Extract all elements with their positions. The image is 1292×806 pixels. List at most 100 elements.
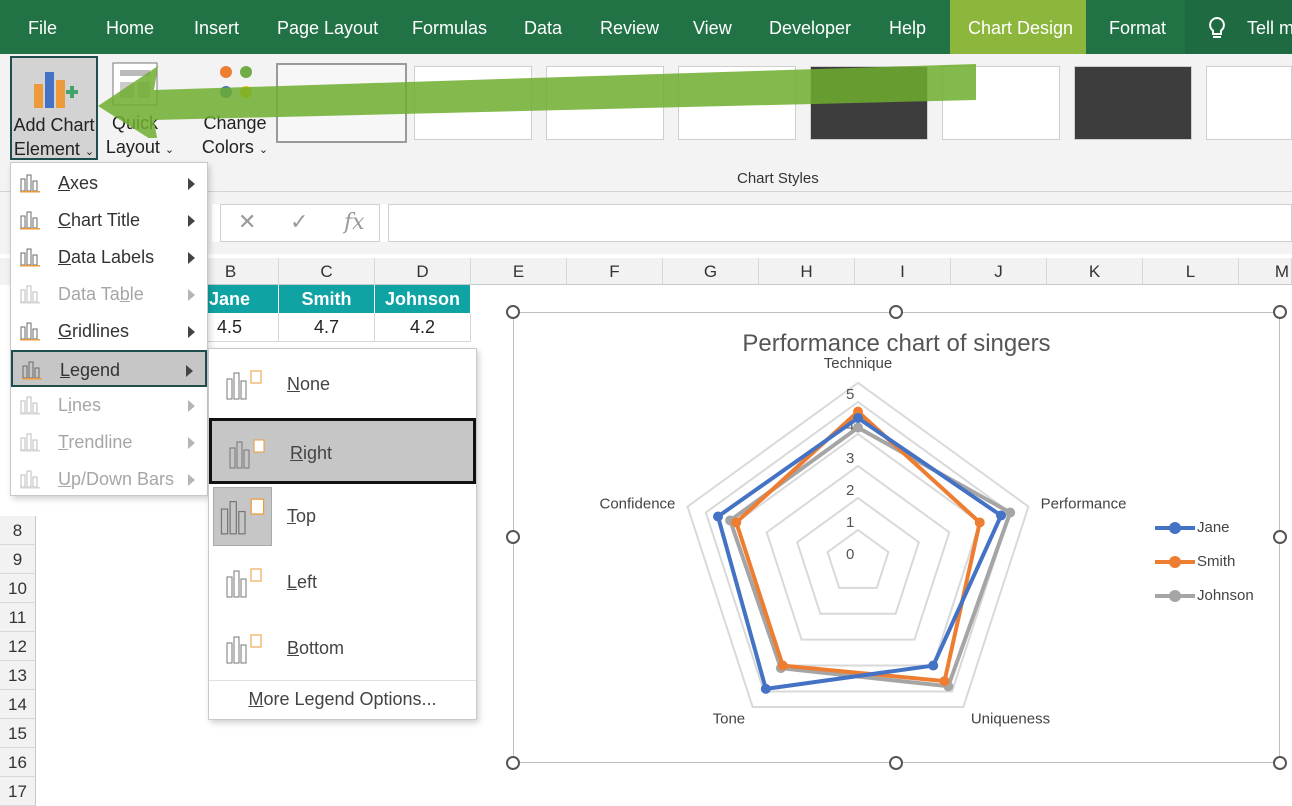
row-header-11[interactable]: 11 <box>0 603 36 632</box>
col-header-i[interactable]: I <box>855 258 951 285</box>
tab-view[interactable]: View <box>693 0 732 54</box>
legend-option-label: Right <box>290 443 333 463</box>
tell-me-box[interactable]: Tell m <box>1185 0 1292 54</box>
legend-entry-smith[interactable]: Smith <box>1155 553 1235 570</box>
header-cell-johnson[interactable]: Johnson <box>375 285 471 313</box>
menu-item-data-labels[interactable]: Data Labels <box>11 239 207 276</box>
col-header-k[interactable]: K <box>1047 258 1143 285</box>
chevron-right-icon <box>188 400 195 412</box>
tab-chart-design[interactable]: Chart Design <box>950 0 1086 54</box>
menu-item-label: Gridlines <box>58 321 130 341</box>
legend-option-bottom[interactable]: Bottom <box>209 616 476 682</box>
row-header-10[interactable]: 10 <box>0 574 36 603</box>
tab-page-layout[interactable]: Page Layout <box>277 0 378 54</box>
radar-plot: 012345TechniquePerformanceUniquenessTone… <box>600 355 1127 727</box>
more-legend-options-link[interactable]: More Legend Options... <box>209 689 476 710</box>
row-header-16[interactable]: 16 <box>0 748 36 777</box>
resize-handle-bottom-right[interactable] <box>1273 756 1287 770</box>
menu-item-label: Axes <box>58 173 99 193</box>
row-header-9[interactable]: 9 <box>0 545 36 574</box>
axis-tick-label: 1 <box>846 514 854 531</box>
chevron-down-icon: ⌄ <box>84 146 95 158</box>
resize-handle-top[interactable] <box>889 305 903 319</box>
tab-file[interactable]: File <box>28 0 57 54</box>
axis-tick-label: 2 <box>846 482 854 499</box>
menu-item-label: Legend <box>60 360 121 380</box>
tab-insert[interactable]: Insert <box>194 0 239 54</box>
col-header-e[interactable]: E <box>471 258 567 285</box>
chart-styles-group-label: Chart Styles <box>737 170 819 187</box>
tab-format[interactable]: Format <box>1109 0 1166 54</box>
resize-handle-top-right[interactable] <box>1273 305 1287 319</box>
legend-label-jane: Jane <box>1197 519 1230 536</box>
col-header-l[interactable]: L <box>1143 258 1239 285</box>
menu-item-label: Data Table <box>58 284 144 304</box>
legend-line-jane <box>1155 522 1195 535</box>
tab-formulas[interactable]: Formulas <box>412 0 487 54</box>
col-header-m[interactable]: M <box>1239 258 1292 285</box>
formula-input[interactable] <box>388 204 1292 242</box>
resize-handle-bottom-left[interactable] <box>506 756 520 770</box>
quick-layout-line2: Layout <box>105 137 160 157</box>
col-header-j[interactable]: J <box>951 258 1047 285</box>
change-colors-line2: Colors <box>201 137 254 157</box>
data-point-jane <box>853 413 863 423</box>
chart-style-8[interactable] <box>1206 66 1292 140</box>
tab-review[interactable]: Review <box>600 0 659 54</box>
col-header-c[interactable]: C <box>279 258 375 285</box>
legend-option-none[interactable]: None <box>209 352 476 418</box>
col-header-g[interactable]: G <box>663 258 759 285</box>
menu-item-chart-title[interactable]: Chart Title <box>11 202 207 239</box>
chart-style-7[interactable] <box>1074 66 1192 140</box>
row-header-8[interactable]: 8 <box>0 516 36 545</box>
resize-handle-top-left[interactable] <box>506 305 520 319</box>
row-header-13[interactable]: 13 <box>0 661 36 690</box>
resize-handle-right[interactable] <box>1273 530 1287 544</box>
value-cell-johnson[interactable]: 4.2 <box>375 313 471 342</box>
tab-developer[interactable]: Developer <box>769 0 851 54</box>
legend-option-top[interactable]: Top <box>209 484 476 550</box>
chart-title-icon <box>20 211 40 230</box>
gridline-ring <box>795 496 921 615</box>
resize-handle-bottom[interactable] <box>889 756 903 770</box>
row-header-12[interactable]: 12 <box>0 632 36 661</box>
category-label: Technique <box>824 355 892 372</box>
row-header-15[interactable]: 15 <box>0 719 36 748</box>
chevron-right-icon <box>188 252 195 264</box>
add-chart-element-button[interactable]: Add Chart Element ⌄ <box>10 56 98 160</box>
row-header-14[interactable]: 14 <box>0 690 36 719</box>
tab-home[interactable]: Home <box>106 0 154 54</box>
tab-data[interactable]: Data <box>524 0 562 54</box>
header-cell-smith[interactable]: Smith <box>279 285 375 313</box>
data-point-smith <box>777 660 788 671</box>
menu-item-axes[interactable]: Axes <box>11 165 207 202</box>
menu-item-label: Chart Title <box>58 210 141 230</box>
add-chart-element-line1: Add Chart <box>13 115 95 135</box>
menu-item-legend[interactable]: Legend <box>11 350 207 387</box>
legend-line-smith <box>1155 556 1195 569</box>
legend-option-right[interactable]: Right <box>209 418 476 484</box>
col-header-f[interactable]: F <box>567 258 663 285</box>
tell-me-label: Tell m <box>1247 18 1292 38</box>
cancel-icon[interactable]: ✕ <box>238 210 256 235</box>
tab-help[interactable]: Help <box>889 0 926 54</box>
chevron-right-icon <box>188 215 195 227</box>
col-header-h[interactable]: H <box>759 258 855 285</box>
menu-item-label: Trendline <box>58 432 133 452</box>
legend-entry-johnson[interactable]: Johnson <box>1155 587 1254 604</box>
menu-item-data-table: Data Table <box>11 276 207 313</box>
value-cell-smith[interactable]: 4.7 <box>279 313 375 342</box>
series-line-jane <box>715 415 1004 692</box>
data-point-johnson <box>1005 507 1016 518</box>
col-header-d[interactable]: D <box>375 258 471 285</box>
formula-bar: ✕ ✓ fx <box>212 204 1292 242</box>
insert-function-icon[interactable]: fx <box>344 210 365 235</box>
chevron-right-icon <box>188 289 195 301</box>
enter-icon[interactable]: ✓ <box>290 210 308 235</box>
legend-option-left[interactable]: Left <box>209 550 476 616</box>
menu-item-gridlines[interactable]: Gridlines <box>11 313 207 350</box>
row-header-17[interactable]: 17 <box>0 777 36 806</box>
resize-handle-left[interactable] <box>506 530 520 544</box>
legend-entry-jane[interactable]: Jane <box>1155 519 1230 536</box>
gridline-ring <box>826 528 890 589</box>
